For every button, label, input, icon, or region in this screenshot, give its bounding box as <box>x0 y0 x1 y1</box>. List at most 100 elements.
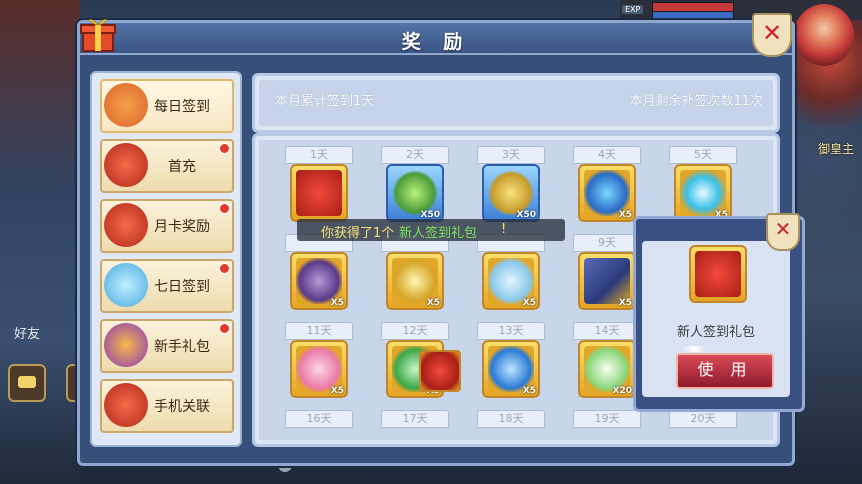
day-cell[interactable]: 17天 <box>381 410 449 444</box>
menu-label: 月卡奖励 <box>154 219 210 235</box>
day-cell[interactable]: X5 <box>285 234 353 314</box>
reward-slot[interactable]: X5 <box>482 340 540 398</box>
day-label: 3天 <box>477 146 545 164</box>
day-cell[interactable]: 19天 <box>573 410 641 444</box>
day-cell[interactable]: 16天 <box>285 410 353 444</box>
day-label: 4天 <box>573 146 641 164</box>
menu-item-newbie-pack[interactable]: 新手礼包 <box>100 319 234 373</box>
day-cell[interactable]: 4天 X5 <box>573 146 641 226</box>
popup-item-name: 新人签到礼包 <box>676 325 755 340</box>
day-label: 16天 <box>285 410 353 428</box>
reward-slot[interactable]: X20 <box>578 340 636 398</box>
item-quantity: X5 <box>618 298 632 308</box>
toast-text-suffix: ! <box>501 222 507 237</box>
item-quantity: X5 <box>522 386 536 396</box>
day-cell[interactable]: 1天 <box>285 146 353 226</box>
menu-item-monthly-card[interactable]: 月卡奖励 <box>100 199 234 253</box>
use-button[interactable]: 使 用 <box>676 353 774 389</box>
monthly-checkin-count: 本月累计签到1天 <box>275 94 375 109</box>
toast-text-prefix: 你获得了1个 <box>321 226 395 241</box>
day-label: 5天 <box>669 146 737 164</box>
game-scene-left <box>0 0 80 484</box>
remaining-makeup-count: 本月剩余补签次数11次 <box>629 94 763 109</box>
day-cell[interactable]: X5 <box>477 234 545 314</box>
reward-toast: 你获得了1个 新人签到礼包 ! <box>297 219 565 241</box>
item-quantity: X5 <box>330 298 344 308</box>
hud-name-label: 御皇主 <box>818 142 855 156</box>
menu-item-first-recharge[interactable]: 首充 <box>100 139 234 193</box>
gift-box-icon <box>80 19 116 52</box>
day-cell[interactable]: 13天 X5 <box>477 322 545 402</box>
player-portrait[interactable] <box>794 4 854 66</box>
menu-item-phone-link[interactable]: 手机关联 <box>100 379 234 433</box>
day-cell[interactable]: X5 <box>381 234 449 314</box>
day-cell[interactable]: 14天 X20 <box>573 322 641 402</box>
day-cell[interactable]: 9天 X5 <box>573 234 641 314</box>
notification-dot <box>219 263 230 274</box>
item-popup: 新人签到礼包 使 用 ✕ <box>633 213 805 412</box>
close-icon: ✕ <box>774 217 792 241</box>
menu-label: 新手礼包 <box>154 339 210 355</box>
egg-icon <box>104 323 148 367</box>
day-label: 9天 <box>573 234 641 252</box>
day-label: 2天 <box>381 146 449 164</box>
day-label: 17天 <box>381 410 449 428</box>
menu-item-seven-day[interactable]: 七日签到 <box>100 259 234 313</box>
day-cell[interactable]: 18天 <box>477 410 545 444</box>
menu-label: 手机关联 <box>154 399 210 415</box>
day-label: 12天 <box>381 322 449 340</box>
reward-slot[interactable]: X5 <box>290 340 348 398</box>
reward-slot[interactable]: X5 <box>674 164 732 222</box>
popup-close-button[interactable]: ✕ <box>766 213 800 251</box>
reward-slot[interactable]: X5 <box>386 252 444 310</box>
day-cell[interactable]: 20天 <box>669 410 737 444</box>
reward-slot[interactable]: X5 <box>578 164 636 222</box>
day-label: 18天 <box>477 410 545 428</box>
reward-slot[interactable]: X5 <box>482 252 540 310</box>
reward-slot[interactable] <box>290 164 348 222</box>
item-quantity: X20 <box>612 386 632 396</box>
exp-label: EXP <box>622 5 644 14</box>
day-cell[interactable]: 2天 X50 <box>381 146 449 226</box>
notification-dot <box>219 203 230 214</box>
reward-menu: 每日签到 首充 月卡奖励 七日签到 新手礼包 手机关联 <box>90 71 242 447</box>
gift-box-icon <box>419 350 461 392</box>
sparkle-effect <box>682 346 706 352</box>
checkin-info-bar: 本月累计签到1天 本月剩余补签次数11次 <box>252 73 780 133</box>
menu-label: 七日签到 <box>154 279 210 295</box>
day-label: 19天 <box>573 410 641 428</box>
mp-bar <box>652 11 734 19</box>
reward-slot[interactable]: X5 <box>578 252 636 310</box>
notification-dot <box>219 143 230 154</box>
menu-item-daily-checkin[interactable]: 每日签到 <box>100 79 234 133</box>
gift-box-icon <box>296 170 342 216</box>
day-label: 14天 <box>573 322 641 340</box>
day-cell[interactable]: 5天 X5 <box>669 146 737 226</box>
day-cell[interactable]: 3天 X50 <box>477 146 545 226</box>
friend-label[interactable]: 好友 <box>14 323 40 342</box>
item-quantity: X5 <box>330 386 344 396</box>
close-icon: ✕ <box>761 19 783 47</box>
toast-item-name: 新人签到礼包 <box>399 226 478 241</box>
reward-slot[interactable]: X50 <box>386 164 444 222</box>
reward-slot[interactable]: X5 <box>290 252 348 310</box>
gift-bag-icon <box>104 383 148 427</box>
title-bar: 奖 励 <box>80 23 792 55</box>
day-label: 20天 <box>669 410 737 428</box>
coin-pouch-icon <box>104 83 148 127</box>
notification-dot <box>219 323 230 334</box>
menu-label: 每日签到 <box>154 99 210 115</box>
day-cell[interactable]: 12天 X5 <box>381 322 461 402</box>
gift-box-icon <box>695 251 741 297</box>
blue-bag-icon <box>104 263 148 307</box>
reward-slot[interactable]: X50 <box>482 164 540 222</box>
item-quantity: X5 <box>426 298 440 308</box>
day-label: 13天 <box>477 322 545 340</box>
gift-bag-icon <box>104 203 148 247</box>
reward-slot <box>689 245 747 303</box>
chat-button[interactable] <box>8 364 46 402</box>
window-title: 奖 励 <box>401 31 471 53</box>
close-button[interactable]: ✕ <box>752 13 792 57</box>
gift-bag-icon <box>104 143 148 187</box>
day-cell[interactable]: 11天 X5 <box>285 322 353 402</box>
